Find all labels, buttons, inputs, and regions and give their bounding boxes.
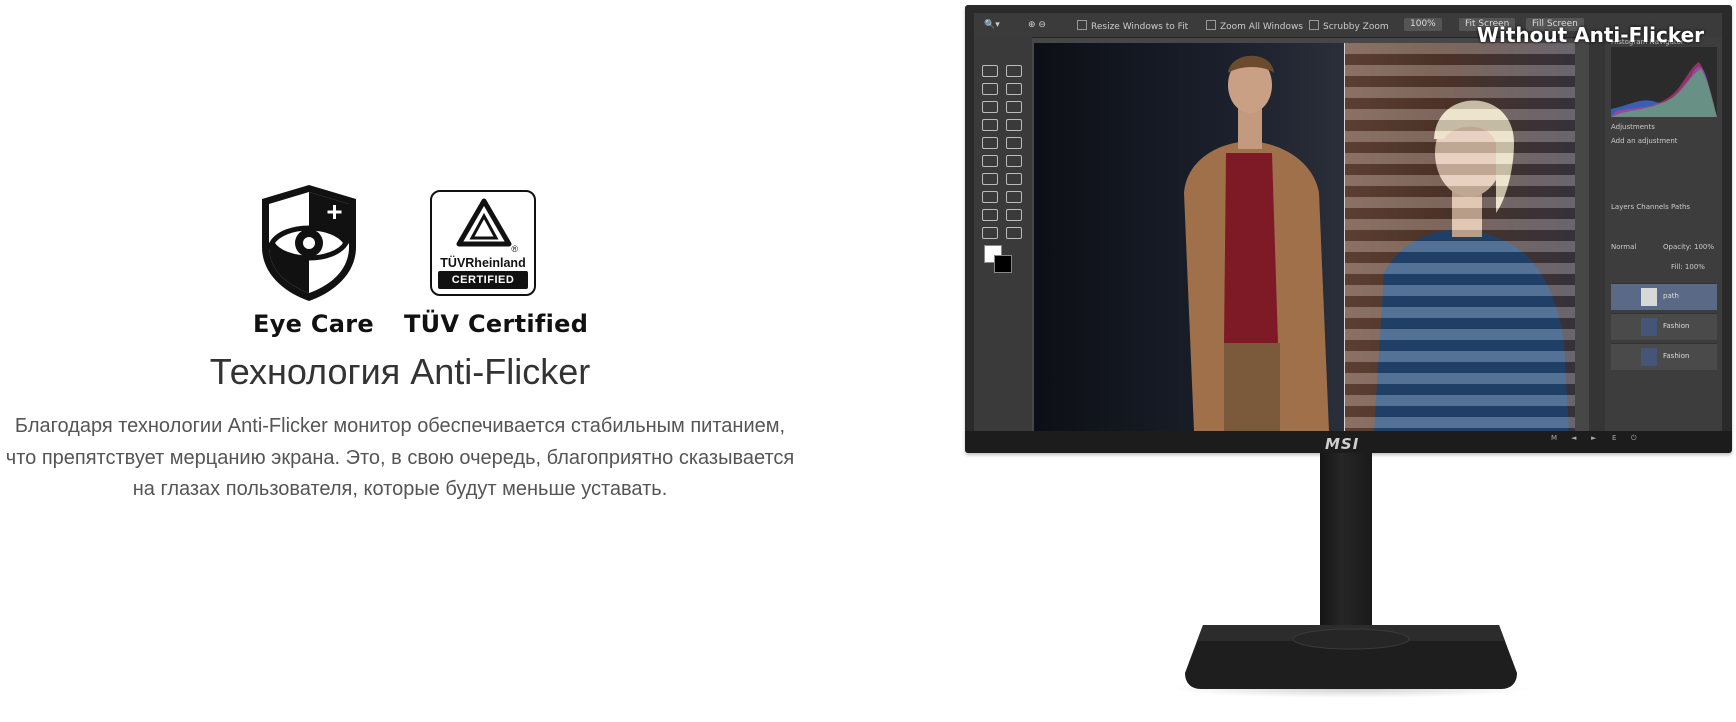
history-brush-icon: [1006, 137, 1022, 149]
comparison-divider: [1344, 43, 1345, 431]
monitor: 🔍▾ ⊕ ⊖ Resize Windows to Fit Zoom All Wi…: [965, 5, 1732, 453]
panel-icon-strip: [1589, 37, 1605, 431]
resize-windows-option: Resize Windows to Fit: [1077, 20, 1188, 32]
layer-name: Fashion: [1663, 352, 1690, 360]
eye-care-label: Eye Care: [253, 310, 374, 338]
zoom-in-icon: ⊕ ⊖: [1028, 20, 1046, 30]
add-adjustment-label: Add an adjustment: [1611, 137, 1678, 145]
flicker-stripes: [1344, 43, 1575, 431]
man-figure-illustration: [1184, 55, 1329, 431]
tuv-brand-text: TÜVRheinland: [440, 256, 526, 270]
monitor-screen: 🔍▾ ⊕ ⊖ Resize Windows to Fit Zoom All Wi…: [974, 13, 1722, 431]
exit-control-button: E: [1612, 434, 1617, 442]
eye-care-icon: [260, 183, 358, 303]
zoom-tool-icon: 🔍▾: [984, 20, 1000, 30]
menu-control-button: M: [1551, 434, 1558, 442]
zoom-all-option: Zoom All Windows: [1206, 20, 1303, 32]
layers-tabs: Layers Channels Paths: [1611, 203, 1691, 211]
bucket-tool-icon: [1006, 155, 1022, 167]
eraser-tool-icon: [982, 155, 998, 167]
background-color-swatch: [994, 255, 1012, 273]
eyedropper-tool-icon: [1006, 101, 1022, 113]
crop-tool-icon: [982, 101, 998, 113]
layer-row: Fashion: [1611, 343, 1717, 370]
dodge-tool-icon: [1006, 173, 1022, 185]
photo-canvas: [1034, 43, 1575, 431]
layer-thumbnail: [1641, 348, 1657, 366]
tuv-certified-bar: CERTIFIED: [438, 271, 528, 289]
blend-mode-select: Normal: [1611, 243, 1637, 251]
anti-flicker-section: ® TÜVRheinland CERTIFIED Eye Care TÜV Ce…: [0, 0, 800, 722]
tuv-triangle-icon: [456, 198, 512, 247]
registered-mark: ®: [511, 244, 518, 254]
wand-tool-icon: [1006, 83, 1022, 95]
pen-tool-icon: [982, 191, 998, 203]
layer-name: path: [1663, 292, 1679, 300]
lasso-tool-icon: [982, 83, 998, 95]
without-anti-flicker-label: Without Anti-Flicker: [1476, 23, 1704, 47]
section-heading: Технология Anti-Flicker: [209, 351, 591, 392]
left-control-button: ◄: [1571, 434, 1577, 442]
move-tool-icon: [1006, 65, 1022, 77]
brush-tool-icon: [1006, 119, 1022, 131]
adjustments-tab: Adjustments: [1611, 123, 1655, 131]
monitor-stand-base: [1185, 625, 1517, 689]
histogram-graph-icon: [1611, 62, 1717, 117]
layer-name: Fashion: [1663, 322, 1690, 330]
histogram-chart: [1611, 47, 1717, 117]
fill-value: Fill: 100%: [1671, 263, 1705, 271]
msi-logo: MSI: [1325, 435, 1360, 453]
shape-tool-icon: [1006, 209, 1022, 221]
stamp-tool-icon: [982, 137, 998, 149]
zoom-small-icon: [1006, 227, 1022, 239]
heal-tool-icon: [982, 119, 998, 131]
blur-tool-icon: [982, 173, 998, 185]
tuv-certified-badge: ® TÜVRheinland CERTIFIED: [430, 190, 536, 296]
right-panels: Histogram Navigator Adjustments Add an a…: [1589, 37, 1722, 431]
opacity-value: Opacity: 100%: [1663, 243, 1715, 251]
right-control-button: ►: [1591, 434, 1597, 442]
marquee-tool-icon: [982, 65, 998, 77]
layer-row: Fashion: [1611, 313, 1717, 340]
section-description: Благодаря технологии Anti-Flicker монито…: [5, 415, 795, 500]
zoom-100-button: 100%: [1404, 18, 1442, 31]
monitor-stand-neck: [1320, 453, 1372, 631]
monitor-bottom-bezel: MSI M ◄ ► E ⏻: [965, 431, 1732, 453]
layer-thumbnail: [1641, 288, 1657, 306]
type-tool-icon: [1006, 191, 1022, 203]
tools-panel: [974, 37, 1032, 431]
tuv-certified-label: TÜV Certified: [404, 310, 589, 338]
layer-row: path: [1611, 283, 1717, 310]
path-select-icon: [982, 209, 998, 221]
scrubby-zoom-option: Scrubby Zoom: [1309, 20, 1389, 32]
power-icon: ⏻: [1631, 434, 1637, 442]
layer-thumbnail: [1641, 318, 1657, 336]
hand-tool-icon: [982, 227, 998, 239]
